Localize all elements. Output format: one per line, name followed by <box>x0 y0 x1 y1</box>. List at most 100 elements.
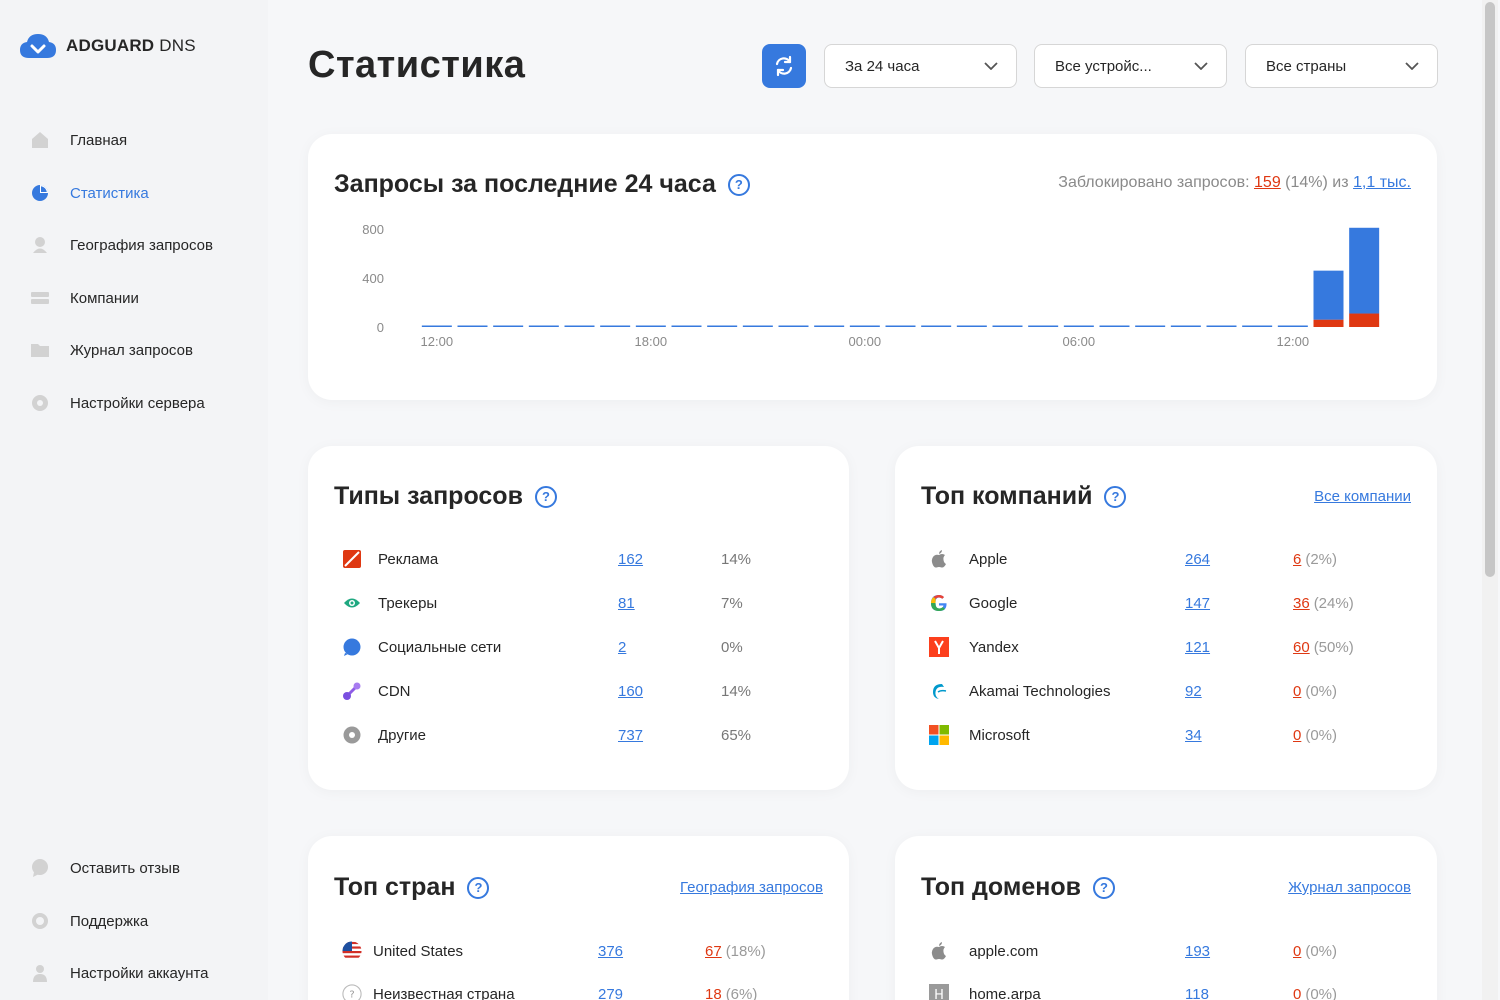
list-item: Социальные сети 2 0% <box>334 635 824 659</box>
top-countries-title: Топ стран <box>334 873 456 901</box>
list-item: Akamai Technologies 92 0 (0%) <box>921 679 1411 703</box>
list-item: Другие 737 65% <box>334 723 824 747</box>
chart-bar[interactable] <box>600 325 631 328</box>
location-pin-icon <box>30 235 50 255</box>
help-icon[interactable]: ? <box>1104 485 1127 508</box>
scrollbar[interactable] <box>1482 0 1498 1000</box>
sidebar-item-label: География запросов <box>70 236 213 254</box>
page-title: Статистика <box>308 44 526 86</box>
all-companies-link[interactable]: Все компании <box>1314 488 1411 505</box>
chart-bar[interactable] <box>1135 325 1166 328</box>
chart-bar[interactable] <box>421 325 452 328</box>
chart-bar[interactable] <box>707 325 738 328</box>
adguard-cloud-icon <box>20 34 56 58</box>
yandex-icon <box>929 637 949 657</box>
query-log-link[interactable]: Журнал запросов <box>1288 879 1411 896</box>
chart-bar[interactable] <box>921 325 952 328</box>
sidebar-item-statistics[interactable]: Статистика <box>30 173 149 213</box>
sidebar: ADGUARD DNS Главная Статистика География… <box>0 0 268 1000</box>
list-item: Microsoft 34 0 (0%) <box>921 723 1411 747</box>
cdn-icon <box>342 681 362 701</box>
sidebar-item-home[interactable]: Главная <box>30 120 127 160</box>
total-requests-link[interactable]: 1,1 тыс. <box>1353 174 1411 191</box>
sidebar-item-account-settings[interactable]: Настройки аккаунта <box>30 953 209 993</box>
letter-h-icon: H <box>929 984 949 1000</box>
devices-select[interactable]: Все устройс... <box>1034 44 1227 88</box>
sidebar-item-server-settings[interactable]: Настройки сервера <box>30 383 205 423</box>
gear-icon <box>30 393 50 413</box>
sidebar-item-companies[interactable]: Компании <box>30 278 139 318</box>
scrollbar-thumb[interactable] <box>1485 2 1495 577</box>
pie-chart-icon <box>30 183 50 203</box>
eye-icon <box>342 593 362 613</box>
request-types-card: Типы запросов ? Реклама 162 14% Трекеры … <box>308 446 849 790</box>
chart-bar[interactable] <box>885 325 916 328</box>
x-tick-label: 12:00 <box>421 334 454 349</box>
chart-bar[interactable] <box>635 325 666 328</box>
countries-select-value: Все страны <box>1266 57 1347 75</box>
chart-bar[interactable] <box>1242 325 1273 328</box>
refresh-button[interactable] <box>762 44 806 88</box>
list-item: Трекеры 81 7% <box>334 591 824 615</box>
chart-bar[interactable] <box>742 325 773 328</box>
chart-bar[interactable] <box>457 325 488 328</box>
sidebar-item-label: Оставить отзыв <box>70 859 180 877</box>
countries-select[interactable]: Все страны <box>1245 44 1438 88</box>
sidebar-item-label: Журнал запросов <box>70 341 193 359</box>
sidebar-item-geography[interactable]: География запросов <box>30 225 213 265</box>
us-flag-icon <box>342 941 362 961</box>
x-tick-label: 06:00 <box>1063 334 1096 349</box>
chart-bar[interactable] <box>814 325 845 328</box>
chart-bar[interactable] <box>564 325 595 328</box>
chart-bar[interactable] <box>956 325 987 328</box>
list-item: ? Неизвестная страна 279 18 (6%) <box>334 982 824 1000</box>
requests-card-title: Запросы за последние 24 часа <box>334 170 716 198</box>
chart-bar[interactable] <box>1063 325 1094 328</box>
chart-bar[interactable] <box>849 325 880 328</box>
request-types-title: Типы запросов <box>334 482 523 510</box>
chart-bar[interactable] <box>1349 313 1380 327</box>
sidebar-item-query-log[interactable]: Журнал запросов <box>30 330 193 370</box>
sidebar-item-label: Статистика <box>70 184 149 202</box>
apple-icon <box>929 549 949 569</box>
brand-bold: ADGUARD <box>66 36 155 55</box>
chart-bar[interactable] <box>1313 319 1344 327</box>
geography-link[interactable]: География запросов <box>680 879 823 896</box>
logo[interactable]: ADGUARD DNS <box>18 30 196 62</box>
period-select[interactable]: За 24 часа <box>824 44 1017 88</box>
chevron-down-icon <box>1405 62 1419 70</box>
chart-bar[interactable] <box>778 325 809 328</box>
svg-text:?: ? <box>349 990 354 1000</box>
microsoft-icon <box>929 725 949 745</box>
folder-icon <box>30 340 50 360</box>
sidebar-item-feedback[interactable]: Оставить отзыв <box>30 848 180 888</box>
chart-bar[interactable] <box>1099 325 1130 328</box>
chart-bar[interactable] <box>1206 325 1237 328</box>
help-icon[interactable]: ? <box>1092 876 1115 899</box>
sidebar-item-support[interactable]: Поддержка <box>30 901 148 941</box>
chart-bar[interactable] <box>1170 325 1201 328</box>
chart-bar[interactable] <box>493 325 524 328</box>
chart-bar[interactable] <box>1028 325 1059 328</box>
help-icon[interactable]: ? <box>534 485 557 508</box>
y-tick-label: 800 <box>362 222 384 237</box>
help-icon[interactable]: ? <box>727 173 750 196</box>
chart-bar[interactable] <box>992 325 1023 328</box>
blocked-count-link[interactable]: 159 <box>1254 174 1281 191</box>
other-icon <box>342 725 362 745</box>
x-tick-label: 00:00 <box>849 334 882 349</box>
apple-icon <box>929 941 949 961</box>
chart-bar[interactable] <box>528 325 559 328</box>
list-item: apple.com 193 0 (0%) <box>921 939 1411 963</box>
list-item: Yandex 121 60 (50%) <box>921 635 1411 659</box>
help-icon[interactable]: ? <box>467 876 490 899</box>
chart-bar[interactable] <box>1349 227 1380 314</box>
sidebar-item-label: Настройки аккаунта <box>70 964 209 982</box>
chart-bar[interactable] <box>671 325 702 328</box>
ads-icon <box>342 549 362 569</box>
chat-bubble-icon <box>30 858 50 878</box>
chart-bar[interactable] <box>1313 270 1344 320</box>
sidebar-item-label: Настройки сервера <box>70 394 205 412</box>
chart-bar[interactable] <box>1277 325 1308 328</box>
question-icon: ? <box>342 984 362 1000</box>
